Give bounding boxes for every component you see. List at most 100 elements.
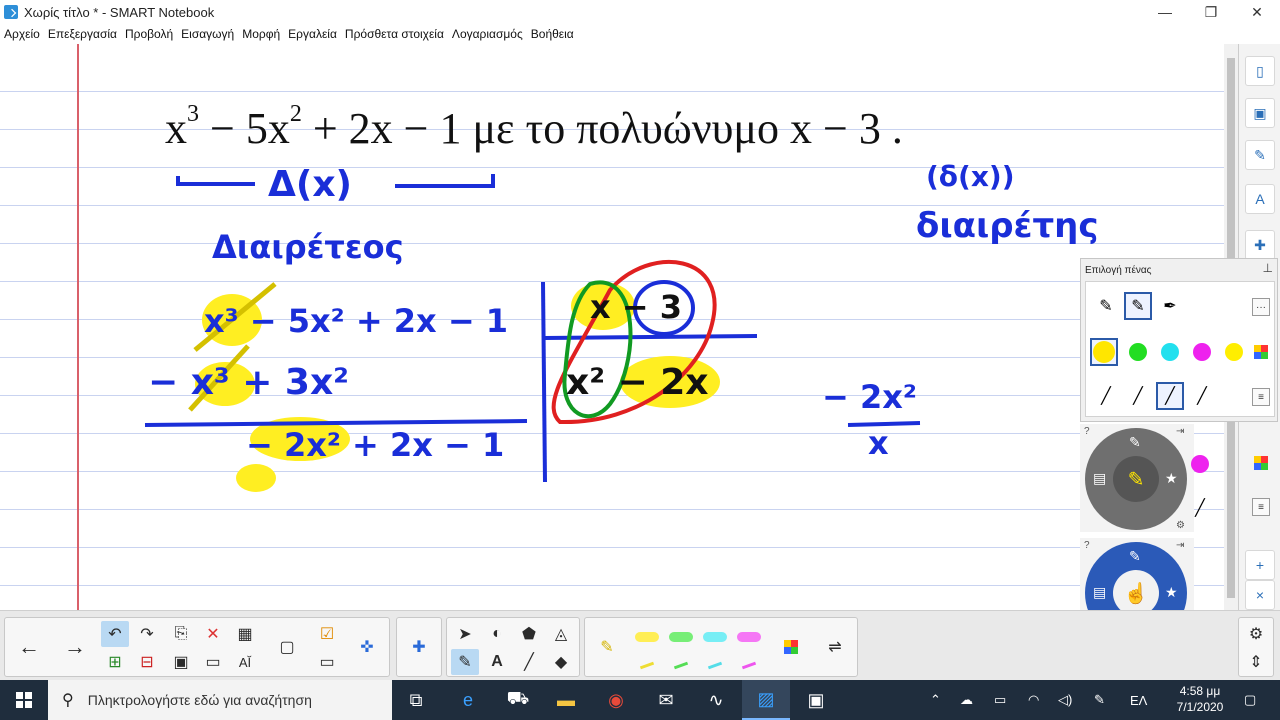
collapse-icon[interactable]: ⇥ — [1176, 426, 1184, 437]
attachments-icon[interactable]: ✎ — [1245, 140, 1275, 170]
menu-tools[interactable]: Εργαλεία — [284, 27, 341, 41]
line-width-1[interactable]: ╱ — [1092, 382, 1120, 410]
remove-page-button[interactable]: ⊟ — [133, 649, 161, 675]
activity-builder-button[interactable]: ✜ — [353, 634, 381, 660]
undo-button[interactable]: ↶ — [101, 621, 129, 647]
help-icon-2[interactable]: ? — [1084, 540, 1090, 551]
extra-more-button[interactable]: ≡ — [1252, 498, 1270, 516]
line-tool-button[interactable]: ╱ — [515, 649, 543, 675]
highlighter-yellow-thin[interactable] — [633, 652, 661, 678]
gallery-icon[interactable]: ▣ — [1245, 98, 1275, 128]
text-tool-button[interactable]: A — [483, 649, 511, 675]
edge-browser-icon[interactable]: e — [444, 680, 492, 720]
line-width-more-button[interactable]: ≡ — [1252, 388, 1270, 406]
star-icon-2[interactable]: ★ — [1165, 584, 1178, 601]
color-swatch-yellow-2[interactable] — [1220, 338, 1248, 366]
toolbar-settings-gear-icon[interactable]: ⚙ — [1242, 621, 1270, 647]
grapher-app-icon[interactable]: ∿ — [692, 680, 740, 720]
next-page-button[interactable]: → — [61, 634, 89, 660]
properties-icon[interactable]: A — [1245, 184, 1275, 214]
pen-icon-2[interactable]: ✎ — [1129, 548, 1141, 565]
line-width-2[interactable]: ╱ — [1124, 382, 1152, 410]
display-button[interactable]: ▢ — [273, 634, 301, 660]
highlighter-green-button[interactable] — [667, 624, 695, 650]
task-view-icon[interactable]: ⧉ — [392, 680, 440, 720]
pin-icon[interactable]: ⊥ — [1263, 261, 1273, 275]
chrome-icon[interactable]: ◉ — [592, 680, 640, 720]
smart-notebook-taskbar-icon[interactable]: ▨ — [742, 680, 790, 720]
polygon-tool-button[interactable]: ⬟ — [515, 621, 543, 647]
delete-page-icon[interactable]: × — [1245, 580, 1275, 610]
color-grid-button[interactable] — [777, 634, 805, 660]
highlighter-icon[interactable]: ✎ — [1113, 456, 1159, 502]
other-app-icon[interactable]: ▣ — [792, 680, 840, 720]
store-icon[interactable]: ⛟ — [494, 680, 542, 720]
handwriting-recognition-button[interactable]: AĬ — [231, 649, 259, 675]
highlighter-type-button[interactable]: ✎ — [593, 634, 621, 660]
mail-icon[interactable]: ✉ — [642, 680, 690, 720]
highlighter-cyan-thin[interactable] — [701, 652, 729, 678]
redo-button[interactable]: ↷ — [133, 621, 161, 647]
color-swatch-yellow[interactable] — [1090, 338, 1118, 366]
highlighter-yellow-button[interactable] — [633, 624, 661, 650]
color-swatch-magenta[interactable] — [1188, 338, 1216, 366]
settings-gear-icon[interactable]: ⚙ — [1176, 520, 1185, 531]
eraser-tool-button[interactable]: ◆ — [547, 649, 575, 675]
previous-page-button[interactable]: ← — [15, 634, 43, 660]
response-button[interactable]: ☑ — [313, 621, 341, 647]
notebook-page[interactable]: x3 − 5x2 + 2x − 1 με το πολυώνυμο x − 3 … — [0, 44, 1224, 610]
line-width-3[interactable]: ╱ — [1156, 382, 1184, 410]
minimize-button[interactable]: — — [1142, 0, 1188, 24]
notifications-icon[interactable]: ▢ — [1244, 680, 1256, 720]
screen-shade-button[interactable]: ▭ — [199, 649, 227, 675]
toolbox-icon[interactable]: ▤ — [1093, 470, 1106, 487]
menu-view[interactable]: Προβολή — [121, 27, 177, 41]
restore-button[interactable]: ❐ — [1188, 0, 1234, 24]
menu-insert[interactable]: Εισαγωγή — [177, 27, 238, 41]
radial-grey[interactable]: ✎ ▤ ★ ✎ — [1085, 428, 1187, 530]
language-indicator[interactable]: ΕΛ — [1130, 680, 1147, 720]
menu-addons[interactable]: Πρόσθετα στοιχεία — [341, 27, 448, 41]
pen-icon[interactable]: ✎ — [1129, 434, 1141, 451]
extra-color-magenta[interactable] — [1186, 450, 1214, 478]
camera-button[interactable]: ▭ — [313, 649, 341, 675]
highlighter-cyan-button[interactable] — [701, 624, 729, 650]
select-tool-button[interactable]: ➤ — [451, 621, 479, 647]
color-swatch-cyan[interactable] — [1156, 338, 1184, 366]
properties-more-button[interactable]: ⇌ — [821, 634, 849, 660]
pen-workspace-icon[interactable]: ✎ — [1094, 680, 1105, 720]
table-button[interactable]: ▦ — [231, 621, 259, 647]
highlighter-pink-button[interactable] — [735, 624, 763, 650]
toolbox-icon-2[interactable]: ▤ — [1093, 584, 1106, 601]
fill-tool-button[interactable]: ◬ — [547, 621, 575, 647]
shapes-tool-button[interactable]: ◐ — [483, 621, 511, 647]
save-button[interactable]: ▣ — [167, 649, 195, 675]
windows-start-button[interactable] — [0, 680, 48, 720]
volume-icon[interactable]: ◁) — [1058, 680, 1072, 720]
color-palette-icon[interactable] — [1254, 345, 1268, 359]
menu-account[interactable]: Λογαριασμός — [448, 27, 527, 41]
wifi-icon[interactable]: ◠ — [1028, 680, 1039, 720]
toolbar-move-icon[interactable]: ⇕ — [1242, 649, 1270, 675]
collapse-icon-2[interactable]: ⇥ — [1176, 540, 1184, 551]
taskbar-clock[interactable]: 4:58 μμ 7/1/2020 — [1160, 683, 1240, 715]
color-swatch-green[interactable] — [1124, 338, 1152, 366]
highlighter-pink-thin[interactable] — [735, 652, 763, 678]
addons-toolbar-button[interactable]: ✚ — [405, 634, 433, 660]
taskbar-search-box[interactable]: ⚲ Πληκτρολογήστε εδώ για αναζήτηση — [48, 680, 392, 720]
extra-palette-icon[interactable] — [1254, 456, 1268, 470]
close-button[interactable]: ✕ — [1234, 0, 1280, 24]
paste-button[interactable]: ⎘ — [167, 621, 195, 647]
tray-overflow-icon[interactable]: ⌃ — [930, 680, 941, 720]
addons-icon[interactable]: ✚ — [1245, 230, 1275, 260]
pen-type-standard[interactable]: ✎ — [1092, 292, 1120, 320]
pen-type-highlighter[interactable]: ✎ — [1124, 292, 1152, 320]
page-sorter-icon[interactable]: ▯ — [1245, 56, 1275, 86]
add-page-icon[interactable]: + — [1245, 550, 1275, 580]
file-explorer-icon[interactable]: ▬ — [542, 680, 590, 720]
star-icon[interactable]: ★ — [1165, 470, 1178, 487]
pens-tool-button[interactable]: ✎ — [451, 649, 479, 675]
menu-help[interactable]: Βοήθεια — [527, 27, 578, 41]
add-page-button[interactable]: ⊞ — [101, 649, 129, 675]
menu-file[interactable]: Αρχείο — [0, 27, 44, 41]
